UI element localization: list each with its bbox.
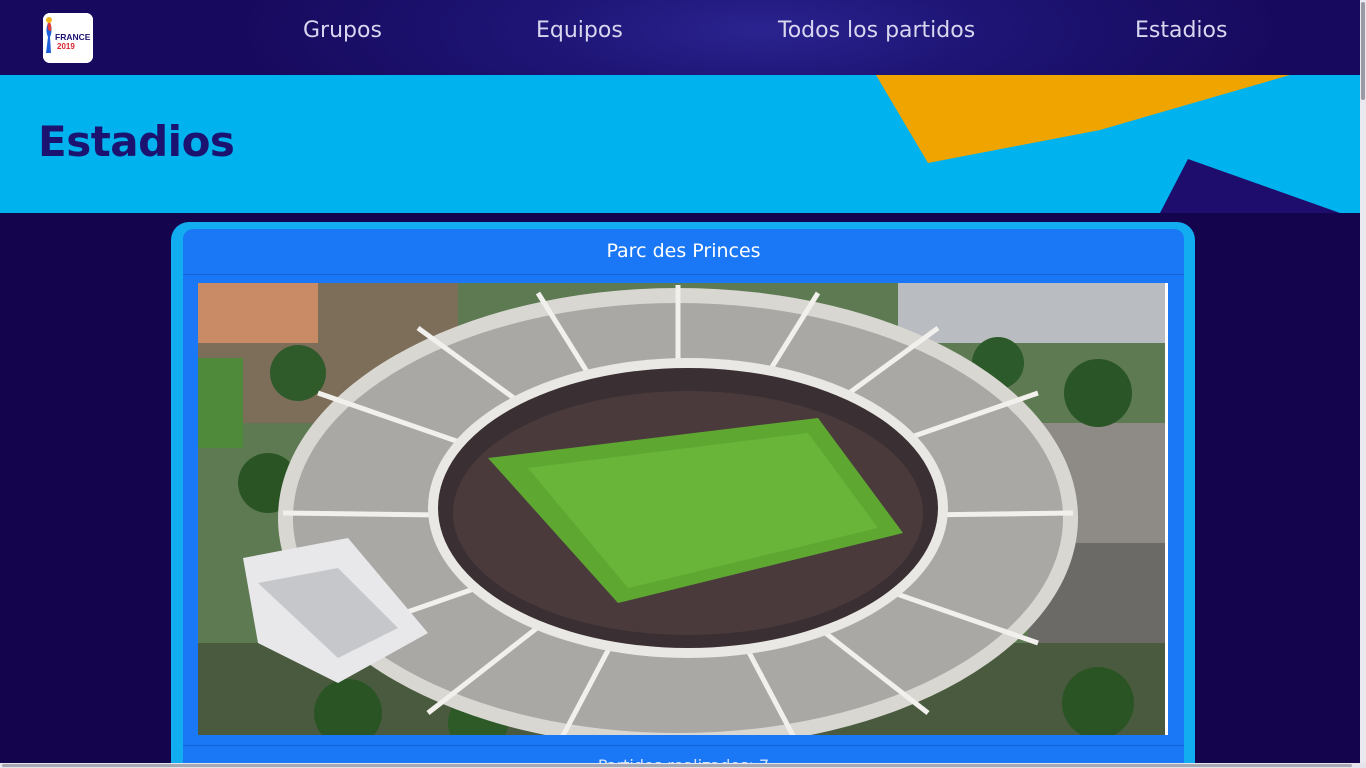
stadium-name: Parc des Princes — [183, 229, 1184, 275]
stadium-card: Parc des Princes Partidos realizados: 7 — [183, 229, 1184, 768]
page-title: Estadios — [38, 117, 235, 166]
nav-link-grupos[interactable]: Grupos — [303, 16, 382, 46]
vertical-scroll-thumb[interactable] — [1361, 2, 1365, 100]
horizontal-scrollbar[interactable] — [0, 763, 1366, 768]
horizontal-scroll-thumb[interactable] — [2, 764, 1352, 767]
logo-text-year: 2019 — [57, 42, 75, 51]
nav-link-todos-los-partidos[interactable]: Todos los partidos — [778, 16, 975, 46]
nav-link-estadios[interactable]: Estadios — [1135, 16, 1227, 46]
france-2019-logo[interactable]: FRANCE 2019 — [43, 13, 93, 63]
stadium-photo — [198, 283, 1168, 735]
hero-banner: Estadios — [0, 75, 1366, 213]
top-navbar: FRANCE 2019 Grupos Equipos Todos los par… — [0, 0, 1366, 75]
nav-link-equipos[interactable]: Equipos — [536, 16, 623, 46]
logo-text-france: FRANCE — [55, 32, 91, 42]
navy-shape — [1160, 159, 1340, 213]
vertical-scrollbar[interactable] — [1360, 0, 1366, 768]
orange-shape — [876, 75, 1290, 163]
